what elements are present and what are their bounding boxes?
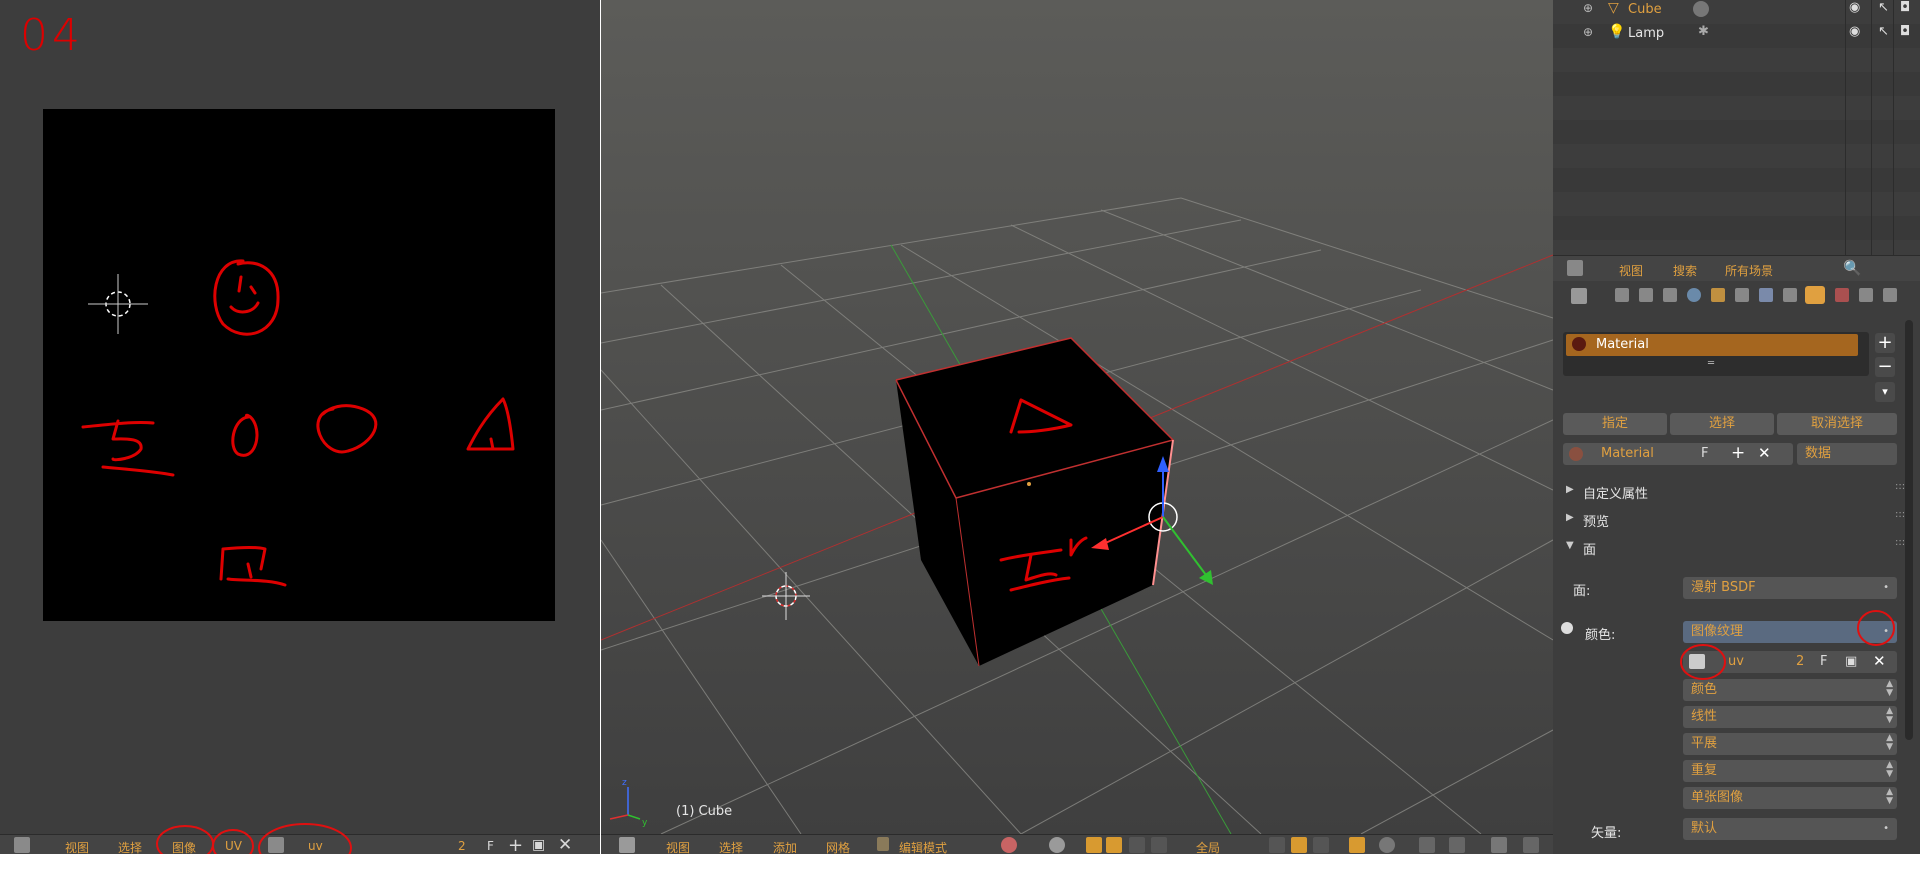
viewport-header: 视图 选择 添加 网格 编辑模式 全局 xyxy=(601,834,1553,854)
layer-icon-3[interactable] xyxy=(1313,837,1329,853)
menu-select[interactable]: 选择 xyxy=(719,839,743,854)
fullscreen-icon[interactable] xyxy=(1523,837,1539,853)
viewport-scene: z y xyxy=(601,0,1553,835)
uv-header-annotations xyxy=(156,823,352,854)
snap-magnet-icon[interactable] xyxy=(1419,837,1435,853)
snap-element-icon[interactable] xyxy=(1379,837,1395,853)
bottom-strip xyxy=(0,855,1920,876)
layer-icon-1[interactable] xyxy=(1269,837,1285,853)
render-preview-icon[interactable] xyxy=(1491,837,1507,853)
menu-add[interactable]: 添加 xyxy=(773,839,797,854)
right-panels: ⊕ ▽ Cube ◉ ↖ ◘ ⊕ 💡 Lamp ✱ ◉ ↖ ◘ 视图 搜索 所有… xyxy=(1553,0,1920,854)
3d-viewport[interactable]: z y (1) Cube 视图 选择 添加 网格 编辑模式 全局 xyxy=(601,0,1553,854)
uv-image-editor[interactable]: 04 视图 选择 图像 UV uv 2 F + ▣ ✕ xyxy=(0,0,600,854)
active-object-label: (1) Cube xyxy=(676,804,733,819)
manipulator-rotate-icon[interactable] xyxy=(1106,837,1122,853)
manipulator-scale-icon[interactable] xyxy=(1129,837,1145,853)
proportional-edit-icon[interactable] xyxy=(1349,837,1365,853)
edit-mode-icon xyxy=(877,837,889,851)
snap-target-icon[interactable] xyxy=(1449,837,1465,853)
orientation-selector[interactable]: 全局 xyxy=(1196,839,1220,854)
layer-icon-2[interactable] xyxy=(1291,837,1307,853)
menu-view[interactable]: 视图 xyxy=(666,839,690,854)
manipulator-translate-icon[interactable] xyxy=(1086,837,1102,853)
menu-mesh[interactable]: 网格 xyxy=(826,839,850,854)
mode-selector[interactable]: 编辑模式 xyxy=(899,839,947,854)
pivot-point-icon[interactable] xyxy=(1049,837,1065,853)
shading-sphere-icon[interactable] xyxy=(1001,837,1017,853)
properties-annotations xyxy=(1680,610,1895,680)
manipulator-extra-icon[interactable] xyxy=(1151,837,1167,853)
svg-text:z: z xyxy=(622,778,627,788)
editor-type-cube-icon[interactable] xyxy=(619,837,635,853)
svg-text:y: y xyxy=(642,818,648,828)
